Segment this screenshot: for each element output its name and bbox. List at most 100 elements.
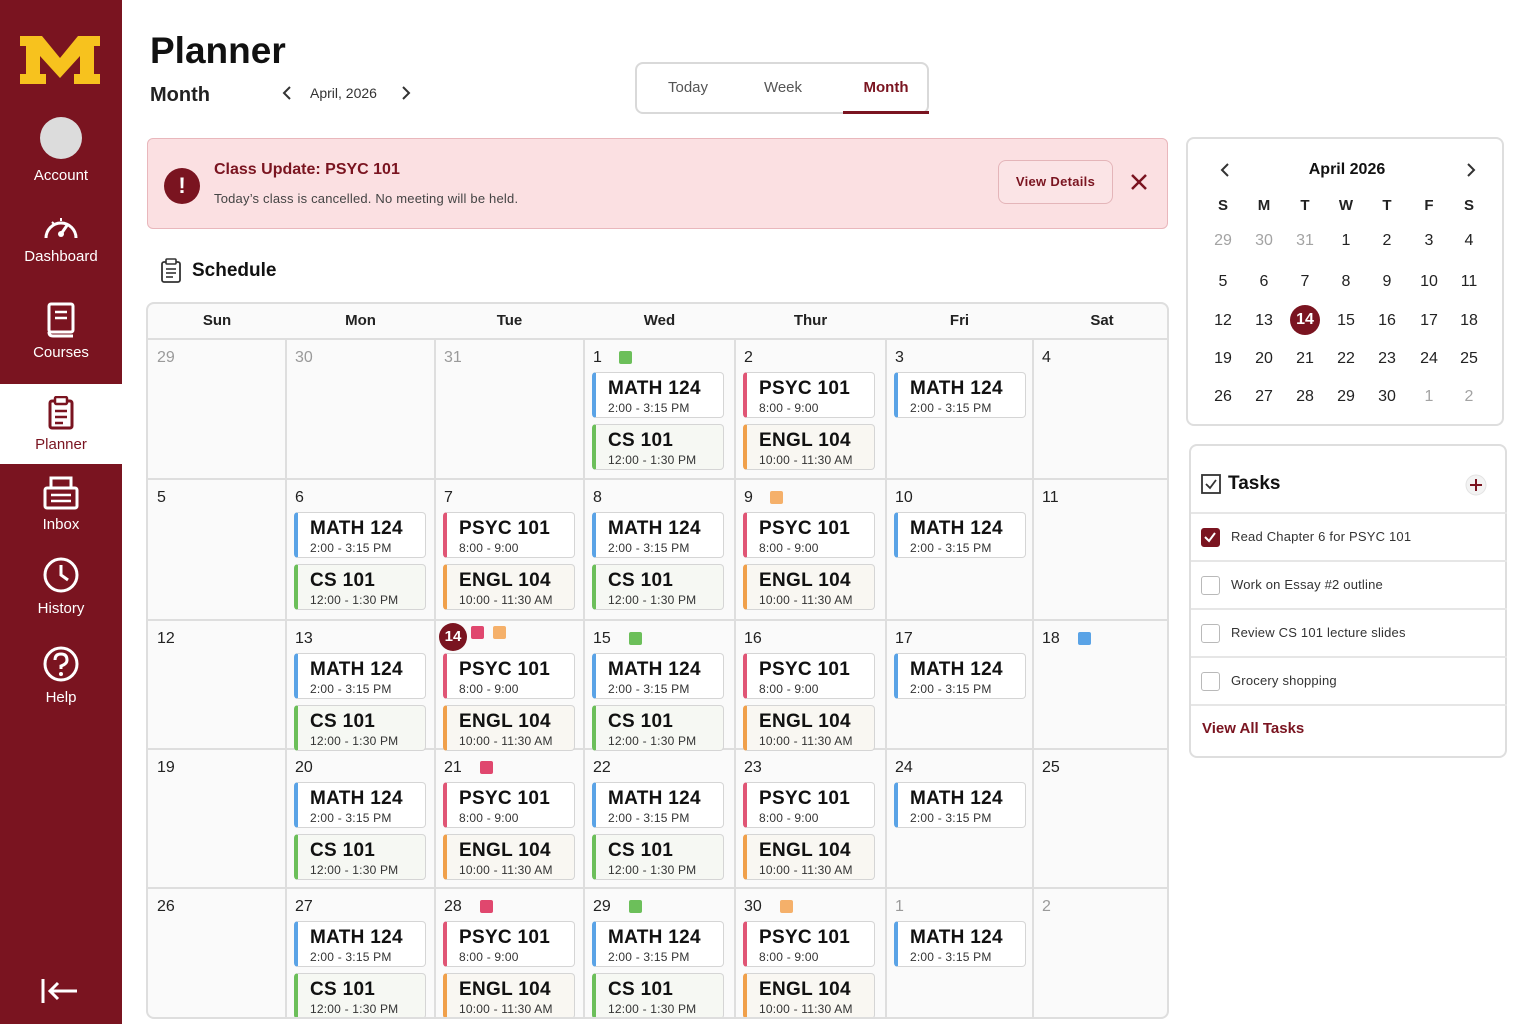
calendar-day-cell[interactable]: 29 MATH 124 2:00 - 3:15 PM CS 101 12:00 - 1:… (584, 889, 734, 1017)
mini-calendar-day[interactable]: 16 (1371, 312, 1403, 330)
tab-week[interactable]: Week (740, 64, 826, 112)
mini-calendar-day[interactable]: 13 (1248, 312, 1280, 330)
due-indicator-orange[interactable] (493, 626, 506, 639)
mini-calendar-day[interactable]: 1 (1330, 232, 1362, 250)
calendar-day-cell[interactable]: 20 MATH 124 2:00 - 3:15 PM CS 101 12:00 - 1:… (286, 750, 434, 887)
calendar-day-cell[interactable]: 11 (1033, 480, 1167, 619)
sidebar-item-inbox[interactable]: Inbox (0, 476, 122, 533)
task-item[interactable]: Review CS 101 lecture slides (1191, 608, 1507, 656)
calendar-event[interactable]: MATH 124 2:00 - 3:15 PM (592, 372, 724, 418)
calendar-event[interactable]: PSYC 101 8:00 - 9:00 (443, 782, 575, 828)
chevron-right-icon[interactable] (1462, 161, 1480, 179)
next-month-button[interactable] (395, 82, 417, 104)
calendar-event[interactable]: ENGL 104 10:00 - 11:30 AM (743, 705, 875, 751)
calendar-event[interactable]: PSYC 101 8:00 - 9:00 (743, 921, 875, 967)
add-task-button[interactable] (1465, 474, 1487, 496)
calendar-day-cell[interactable]: 2 PSYC 101 8:00 - 9:00 ENGL 104 10:00 - 11:3… (735, 340, 885, 478)
calendar-day-cell[interactable]: 25 (1033, 750, 1167, 887)
due-indicator-pink[interactable] (471, 626, 484, 639)
calendar-event[interactable]: ENGL 104 10:00 - 11:30 AM (743, 973, 875, 1017)
calendar-day-cell[interactable]: 13 MATH 124 2:00 - 3:15 PM CS 101 12:00 - 1:… (286, 621, 434, 751)
task-checkbox[interactable] (1201, 624, 1220, 643)
mini-calendar-day[interactable]: 11 (1453, 273, 1485, 291)
mini-calendar-day[interactable]: 17 (1413, 312, 1445, 330)
mini-calendar-day[interactable]: 2 (1371, 232, 1403, 250)
mini-calendar-day[interactable]: 9 (1371, 273, 1403, 291)
mini-calendar-day[interactable]: 1 (1413, 388, 1445, 406)
task-item[interactable]: Grocery shopping (1191, 656, 1507, 704)
collapse-left-icon[interactable] (40, 976, 80, 1006)
calendar-day-cell[interactable]: 18 (1033, 621, 1167, 748)
calendar-day-cell[interactable]: 4 (1033, 340, 1167, 478)
mini-calendar-day[interactable]: 25 (1453, 350, 1485, 368)
mini-calendar-day[interactable]: 19 (1207, 350, 1239, 368)
prev-month-button[interactable] (276, 82, 298, 104)
tab-month[interactable]: Month (843, 64, 929, 114)
task-checkbox[interactable] (1201, 576, 1220, 595)
calendar-event[interactable]: MATH 124 2:00 - 3:15 PM (894, 782, 1026, 828)
calendar-event[interactable]: ENGL 104 10:00 - 11:30 AM (443, 834, 575, 880)
calendar-event[interactable]: PSYC 101 8:00 - 9:00 (743, 372, 875, 418)
calendar-day-cell[interactable]: 23 PSYC 101 8:00 - 9:00 ENGL 104 10:00 - 11:… (735, 750, 885, 887)
mini-calendar-day[interactable]: 31 (1289, 232, 1321, 250)
calendar-event[interactable]: MATH 124 2:00 - 3:15 PM (294, 782, 426, 828)
calendar-event[interactable]: MATH 124 2:00 - 3:15 PM (592, 512, 724, 558)
calendar-event[interactable]: PSYC 101 8:00 - 9:00 (443, 921, 575, 967)
calendar-event[interactable]: MATH 124 2:00 - 3:15 PM (294, 653, 426, 699)
calendar-event[interactable]: ENGL 104 10:00 - 11:30 AM (443, 705, 575, 751)
calendar-day-cell[interactable]: 12 (148, 621, 285, 748)
calendar-day-cell[interactable]: 26 (148, 889, 285, 1017)
calendar-event[interactable]: CS 101 12:00 - 1:30 PM (592, 834, 724, 880)
calendar-event[interactable]: MATH 124 2:00 - 3:15 PM (894, 921, 1026, 967)
mini-calendar-day[interactable]: 5 (1207, 273, 1239, 291)
calendar-event[interactable]: CS 101 12:00 - 1:30 PM (294, 834, 426, 880)
mini-calendar-day[interactable]: 6 (1248, 273, 1280, 291)
calendar-day-cell[interactable]: 28 PSYC 101 8:00 - 9:00 ENGL 104 10:00 - 11:… (435, 889, 583, 1017)
due-indicator-blue[interactable] (1078, 632, 1091, 645)
calendar-day-cell[interactable]: 5 (148, 480, 285, 619)
calendar-day-cell[interactable]: 6 MATH 124 2:00 - 3:15 PM CS 101 12:00 - 1:3… (286, 480, 434, 619)
mini-calendar-day[interactable]: 7 (1289, 273, 1321, 291)
mini-calendar-day[interactable]: 15 (1330, 312, 1362, 330)
calendar-event[interactable]: ENGL 104 10:00 - 11:30 AM (743, 564, 875, 610)
calendar-day-cell[interactable]: 9 PSYC 101 8:00 - 9:00 ENGL 104 10:00 - 11:3… (735, 480, 885, 619)
sidebar-item-history[interactable]: History (0, 556, 122, 617)
calendar-event[interactable]: PSYC 101 8:00 - 9:00 (743, 653, 875, 699)
calendar-day-cell[interactable]: 31 (435, 340, 583, 478)
sidebar-item-planner[interactable]: Planner (0, 384, 122, 464)
task-item[interactable]: Work on Essay #2 outline (1191, 560, 1507, 608)
calendar-event[interactable]: PSYC 101 8:00 - 9:00 (743, 782, 875, 828)
calendar-day-cell[interactable]: 14 PSYC 101 8:00 - 9:00 ENGL 104 10:00 - 11:… (435, 621, 583, 751)
calendar-event[interactable]: MATH 124 2:00 - 3:15 PM (294, 921, 426, 967)
calendar-day-cell[interactable]: 8 MATH 124 2:00 - 3:15 PM CS 101 12:00 - 1:3… (584, 480, 734, 619)
mini-calendar-day[interactable]: 2 (1453, 388, 1485, 406)
calendar-day-cell[interactable]: 22 MATH 124 2:00 - 3:15 PM CS 101 12:00 - 1:… (584, 750, 734, 887)
calendar-event[interactable]: ENGL 104 10:00 - 11:30 AM (443, 973, 575, 1017)
task-checkbox[interactable] (1201, 528, 1220, 547)
calendar-day-cell[interactable]: 30 PSYC 101 8:00 - 9:00 ENGL 104 10:00 - 11:… (735, 889, 885, 1017)
calendar-event[interactable]: PSYC 101 8:00 - 9:00 (443, 653, 575, 699)
calendar-day-cell[interactable]: 17 MATH 124 2:00 - 3:15 PM (886, 621, 1032, 748)
calendar-day-cell[interactable]: 15 MATH 124 2:00 - 3:15 PM CS 101 12:00 - 1:… (584, 621, 734, 751)
tab-today[interactable]: Today (645, 64, 731, 112)
calendar-event[interactable]: MATH 124 2:00 - 3:15 PM (592, 653, 724, 699)
calendar-event[interactable]: CS 101 12:00 - 1:30 PM (294, 564, 426, 610)
calendar-day-cell[interactable]: 3 MATH 124 2:00 - 3:15 PM (886, 340, 1032, 478)
calendar-day-cell[interactable]: 27 MATH 124 2:00 - 3:15 PM CS 101 12:00 - 1:… (286, 889, 434, 1017)
mini-calendar-day[interactable]: 20 (1248, 350, 1280, 368)
due-indicator-orange[interactable] (770, 491, 783, 504)
mini-calendar-day[interactable]: 23 (1371, 350, 1403, 368)
mini-calendar-day[interactable]: 22 (1330, 350, 1362, 368)
calendar-event[interactable]: MATH 124 2:00 - 3:15 PM (894, 653, 1026, 699)
mini-calendar-day[interactable]: 27 (1248, 388, 1280, 406)
mini-calendar-day[interactable]: 21 (1289, 350, 1321, 368)
calendar-event[interactable]: MATH 124 2:00 - 3:15 PM (894, 372, 1026, 418)
mini-calendar-day[interactable]: 4 (1453, 232, 1485, 250)
mini-calendar-day[interactable]: 28 (1289, 388, 1321, 406)
mini-calendar-day[interactable]: 10 (1413, 273, 1445, 291)
calendar-day-cell[interactable]: 30 (286, 340, 434, 478)
calendar-day-cell[interactable]: 29 (148, 340, 285, 478)
calendar-event[interactable]: CS 101 12:00 - 1:30 PM (592, 424, 724, 470)
calendar-day-cell[interactable]: 24 MATH 124 2:00 - 3:15 PM (886, 750, 1032, 887)
calendar-event[interactable]: CS 101 12:00 - 1:30 PM (592, 564, 724, 610)
